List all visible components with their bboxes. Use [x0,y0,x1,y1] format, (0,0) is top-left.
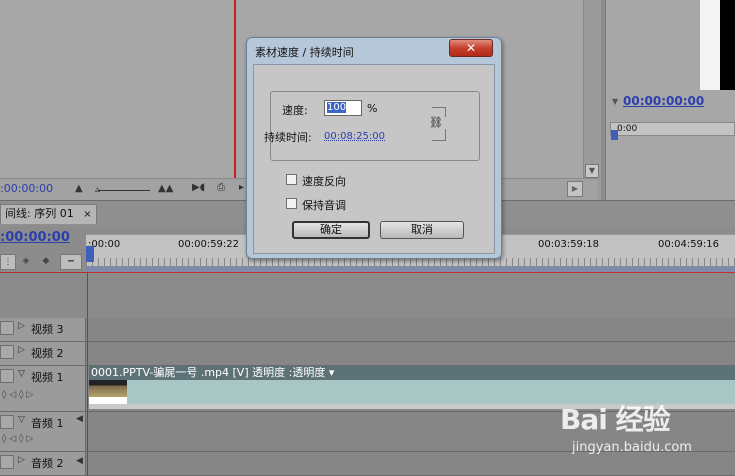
timeline-controls: ⋮ ◈ ◆ ━ [0,252,86,272]
program-playhead[interactable] [611,130,618,140]
playhead-line[interactable] [87,272,88,476]
cancel-button[interactable]: 取消 [380,221,464,239]
percent-label: % [367,102,378,115]
clip-title[interactable]: 0001.PPTV-骗屍一号 .mp4 [V] 透明度 :透明度 ▾ [89,366,735,380]
speed-label: 速度: [282,104,308,117]
playhead-handle[interactable] [86,246,94,262]
snap-icon[interactable]: ⋮ [0,254,16,270]
audio-mute-icon[interactable]: ◀ [76,456,83,466]
track-header: ▷ 音频 2 [0,452,86,475]
maintain-pitch-label[interactable]: 保持音调 [302,197,346,213]
marker-triangle-icon: ▼ [612,97,619,106]
maintain-pitch-checkbox[interactable] [286,198,297,209]
dialog-titlebar[interactable]: 素材速度 / 持续时间 ✕ [247,38,501,62]
zoom-slider[interactable] [98,190,150,191]
expand-icon[interactable]: ▷ [18,455,25,465]
speaker-icon[interactable] [0,455,14,469]
track-audio-2: ▷ 音频 2 [0,452,735,476]
keyframe-nav-icon[interactable]: ◊ ◁ ◊ ▷ [2,390,33,400]
clip-speed-dialog: 素材速度 / 持续时间 ✕ 速度: 100 % 持续时间: 00:08:25:0… [246,37,502,259]
track-label: 视频 1 [31,371,64,384]
tab-sequence-01[interactable]: 间线: 序列 01 × [0,204,97,224]
track-header: ▷ 视频 2 [0,342,86,365]
watermark-site: jingyan.baidu.com [572,440,692,455]
track-header: ▽ 视频 1 ◊ ◁ ◊ ▷ [0,366,86,411]
close-button[interactable]: ✕ [449,39,493,57]
work-area-icon[interactable]: ━ [60,254,82,270]
program-frame-black [720,0,735,90]
track-video-3: ▷ 视频 3 [0,318,735,342]
track-video-2: ▷ 视频 2 [0,342,735,366]
collapse-icon[interactable]: ▽ [18,369,25,379]
eye-icon[interactable] [0,321,14,335]
ruler-label: 00:00:59:22 [178,239,240,250]
source-timecode[interactable]: :00:00:00 [0,182,53,195]
eye-icon[interactable] [0,345,14,359]
program-frame-white [700,0,720,90]
scroll-down-icon[interactable]: ▼ [585,164,599,178]
ruler-label: 00:04:59:16 [658,239,720,250]
export-frame-icon[interactable]: ⎙ [217,182,225,193]
track-label: 音频 1 [31,417,64,430]
reverse-speed-label[interactable]: 速度反向 [302,173,346,189]
program-timecode[interactable]: 00:00:00:00 [623,94,704,108]
render-bar [86,272,735,273]
track-header: ▷ 视频 3 [0,318,86,341]
expand-icon[interactable]: ▷ [18,321,25,331]
track-label: 音频 2 [31,457,64,470]
dialog-body: 速度: 100 % 持续时间: 00:08:25:00 ⛓ 速度反向 保持音调 … [253,64,495,254]
speed-input[interactable]: 100 [324,100,362,116]
ok-button[interactable]: 确定 [292,221,370,239]
zoom-handle-icon[interactable]: ▵ [95,184,100,195]
duration-label: 持续时间: [264,131,312,144]
speaker-icon[interactable] [0,415,14,429]
empty-track-area [0,272,735,318]
keyframe-icon[interactable]: ◆ [38,254,54,270]
duration-field[interactable]: 00:08:25:00 [324,131,385,142]
marker-icon[interactable]: ◈ [18,254,34,270]
audio-icon[interactable]: ▶◖ [192,182,205,193]
track-label: 视频 2 [31,347,64,360]
track-label: 视频 3 [31,323,64,336]
audio-mute-icon[interactable]: ◀ [76,414,83,424]
step-forward-icon[interactable]: ▶ [567,181,583,197]
timeline-timecode[interactable]: :00:00:00 [0,230,70,245]
zoom-in-icon[interactable]: ▲▲ [158,183,173,194]
reverse-speed-checkbox[interactable] [286,174,297,185]
eye-icon[interactable] [0,369,14,383]
more-icon[interactable]: ▸ [239,182,244,193]
monitor-guide-line [234,0,236,178]
program-ruler[interactable]: 0:00 [610,122,735,136]
zoom-out-icon[interactable]: ▲ [75,183,83,194]
ruler-label: 00:03:59:18 [538,239,600,250]
keyframe-nav-icon[interactable]: ◊ ◁ ◊ ▷ [2,434,33,444]
tab-label: 间线: 序列 01 [5,207,74,220]
chain-link-icon[interactable]: ⛓ [426,117,446,129]
collapse-icon[interactable]: ▽ [18,415,25,425]
dialog-title: 素材速度 / 持续时间 [255,46,354,59]
speed-value: 100 [327,102,347,113]
expand-icon[interactable]: ▷ [18,345,25,355]
close-icon[interactable]: × [83,209,91,220]
track-header: ▽ 音频 1 ◊ ◁ ◊ ▷ [0,412,86,451]
watermark-logo: Bai 经验 [560,403,671,436]
